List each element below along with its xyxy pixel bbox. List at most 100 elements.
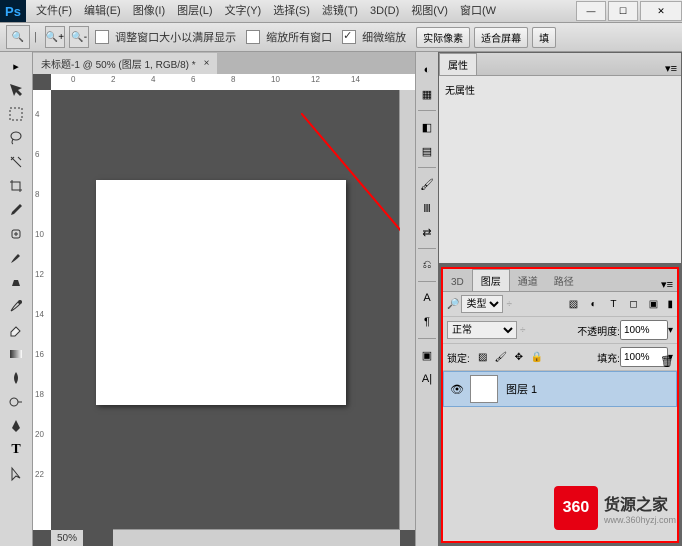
vertical-ruler[interactable]: 4 6 8 10 12 14 16 18 20 22 bbox=[33, 90, 52, 530]
horizontal-ruler[interactable]: 0 2 4 6 8 10 12 14 bbox=[51, 74, 415, 91]
document-close-icon[interactable]: × bbox=[204, 58, 210, 69]
lock-label: 锁定: bbox=[447, 350, 470, 365]
styles-panel-icon[interactable]: ▤ bbox=[418, 142, 436, 160]
swatches-panel-icon[interactable]: ▦ bbox=[418, 85, 436, 103]
magic-wand-tool[interactable] bbox=[2, 151, 30, 173]
clone-stamp-tool[interactable] bbox=[2, 271, 30, 293]
close-button[interactable]: ✕ bbox=[640, 1, 682, 21]
visibility-toggle-icon[interactable]: 👁 bbox=[448, 380, 466, 398]
menu-filter[interactable]: 滤镜(T) bbox=[316, 0, 364, 22]
app-logo: Ps bbox=[0, 0, 26, 22]
brush-presets-icon[interactable]: Ⅲ bbox=[418, 199, 436, 217]
tab-channels[interactable]: 通道 bbox=[510, 270, 546, 291]
menu-view[interactable]: 视图(V) bbox=[405, 0, 454, 22]
toolbox: ▸ T bbox=[0, 52, 33, 546]
resize-checkbox[interactable] bbox=[95, 30, 109, 44]
menu-type[interactable]: 文字(Y) bbox=[219, 0, 268, 22]
menu-select[interactable]: 选择(S) bbox=[267, 0, 316, 22]
adjustments-panel-icon[interactable]: ◧ bbox=[418, 118, 436, 136]
filter-type-select[interactable]: 类型 bbox=[461, 295, 503, 313]
zoom-level[interactable]: 50% bbox=[57, 533, 77, 544]
scrubby-checkbox[interactable] bbox=[342, 30, 356, 44]
canvas-viewport[interactable] bbox=[51, 90, 400, 530]
marquee-tool[interactable] bbox=[2, 103, 30, 125]
zoom-out-icon[interactable]: 🔍- bbox=[69, 26, 89, 48]
resize-label: 调整窗口大小以满屏显示 bbox=[115, 29, 236, 45]
tab-paths[interactable]: 路径 bbox=[546, 270, 582, 291]
filter-search-icon[interactable]: 🔎 bbox=[447, 299, 459, 310]
eyedropper-tool[interactable] bbox=[2, 199, 30, 221]
filter-toggle[interactable]: ▮ bbox=[667, 299, 673, 310]
scrubby-label: 细微缩放 bbox=[362, 29, 406, 45]
lasso-tool[interactable] bbox=[2, 127, 30, 149]
opacity-label: 不透明度: bbox=[577, 323, 620, 338]
character-panel-icon[interactable]: A bbox=[418, 289, 436, 307]
no-properties-text: 无属性 bbox=[445, 86, 475, 97]
fill-label: 填充: bbox=[597, 350, 620, 365]
menu-layer[interactable]: 图层(L) bbox=[171, 0, 218, 22]
blur-tool[interactable] bbox=[2, 367, 30, 389]
watermark-badge: 360 bbox=[554, 486, 598, 530]
clone-source-icon[interactable]: ⇄ bbox=[418, 223, 436, 241]
horizontal-scrollbar[interactable] bbox=[113, 529, 400, 546]
lock-pixels-icon[interactable]: 🖌 bbox=[493, 349, 509, 365]
lock-position-icon[interactable]: ✥ bbox=[511, 349, 527, 365]
pen-tool[interactable] bbox=[2, 415, 30, 437]
collapsed-panel-dock: ◐ ▦ ◧ ▤ 🖌 Ⅲ ⇄ ⎌ A ¶ ▣ A| bbox=[415, 52, 438, 546]
filter-adjustment-icon[interactable]: ◐ bbox=[584, 296, 602, 312]
brush-tool[interactable] bbox=[2, 247, 30, 269]
info-panel-icon[interactable]: A| bbox=[418, 370, 436, 388]
opacity-input[interactable] bbox=[620, 320, 668, 340]
trash-icon[interactable]: 🗑 bbox=[660, 355, 674, 368]
eraser-tool[interactable] bbox=[2, 319, 30, 341]
dodge-tool[interactable] bbox=[2, 391, 30, 413]
menu-image[interactable]: 图像(I) bbox=[127, 0, 171, 22]
blend-mode-select[interactable]: 正常 bbox=[447, 321, 517, 339]
properties-body: 无属性 bbox=[439, 76, 681, 263]
tab-3d[interactable]: 3D bbox=[443, 274, 472, 291]
history-brush-tool[interactable] bbox=[2, 295, 30, 317]
layer-item[interactable]: 👁 图层 1 bbox=[443, 371, 677, 407]
paragraph-panel-icon[interactable]: ¶ bbox=[418, 313, 436, 331]
filter-smart-icon[interactable]: ▣ bbox=[644, 296, 662, 312]
vertical-scrollbar[interactable] bbox=[399, 90, 415, 530]
layer-thumbnail[interactable] bbox=[470, 375, 498, 403]
color-panel-icon[interactable]: ◐ bbox=[418, 61, 436, 79]
type-tool[interactable]: T bbox=[2, 439, 30, 461]
lock-all-icon[interactable]: 🔒 bbox=[529, 349, 545, 365]
move-tool[interactable] bbox=[2, 79, 30, 101]
healing-brush-tool[interactable] bbox=[2, 223, 30, 245]
lock-transparency-icon[interactable]: ▨ bbox=[475, 349, 491, 365]
tool-preset-button[interactable]: 🔍 bbox=[6, 25, 30, 49]
watermark: 360 货源之家 www.360hyzj.com bbox=[554, 486, 676, 530]
opacity-dropdown-icon[interactable]: ▾ bbox=[668, 325, 673, 336]
menu-file[interactable]: 文件(F) bbox=[30, 0, 78, 22]
history-panel-icon[interactable]: ⎌ bbox=[418, 256, 436, 274]
fill-screen-button[interactable]: 填 bbox=[532, 27, 556, 48]
navigator-panel-icon[interactable]: ▣ bbox=[418, 346, 436, 364]
properties-menu-icon[interactable]: ▾≡ bbox=[665, 62, 677, 75]
properties-tab[interactable]: 属性 bbox=[439, 53, 477, 75]
filter-type-icon[interactable]: T bbox=[604, 296, 622, 312]
zoom-in-icon[interactable]: 🔍+ bbox=[45, 26, 65, 48]
minimize-button[interactable]: — bbox=[576, 1, 606, 21]
tab-layers[interactable]: 图层 bbox=[472, 269, 510, 291]
menu-edit[interactable]: 编辑(E) bbox=[78, 0, 127, 22]
gradient-tool[interactable] bbox=[2, 343, 30, 365]
maximize-button[interactable]: ☐ bbox=[608, 1, 638, 21]
path-selection-tool[interactable] bbox=[2, 463, 30, 485]
menu-window[interactable]: 窗口(W bbox=[454, 0, 502, 22]
zoom-all-checkbox[interactable] bbox=[246, 30, 260, 44]
filter-shape-icon[interactable]: ◻ bbox=[624, 296, 642, 312]
filter-pixel-icon[interactable]: ▧ bbox=[564, 296, 582, 312]
document-tab[interactable]: 未标题-1 @ 50% (图层 1, RGB/8) * × bbox=[33, 53, 217, 74]
layer-name[interactable]: 图层 1 bbox=[506, 381, 537, 397]
layers-menu-icon[interactable]: ▾≡ bbox=[661, 278, 673, 291]
menu-3d[interactable]: 3D(D) bbox=[364, 0, 405, 22]
toolbox-collapse[interactable]: ▸ bbox=[9, 55, 23, 77]
fit-screen-button[interactable]: 适合屏幕 bbox=[474, 27, 528, 48]
actual-pixels-button[interactable]: 实际像素 bbox=[416, 27, 470, 48]
brushes-panel-icon[interactable]: 🖌 bbox=[418, 175, 436, 193]
crop-tool[interactable] bbox=[2, 175, 30, 197]
canvas[interactable] bbox=[96, 180, 346, 405]
